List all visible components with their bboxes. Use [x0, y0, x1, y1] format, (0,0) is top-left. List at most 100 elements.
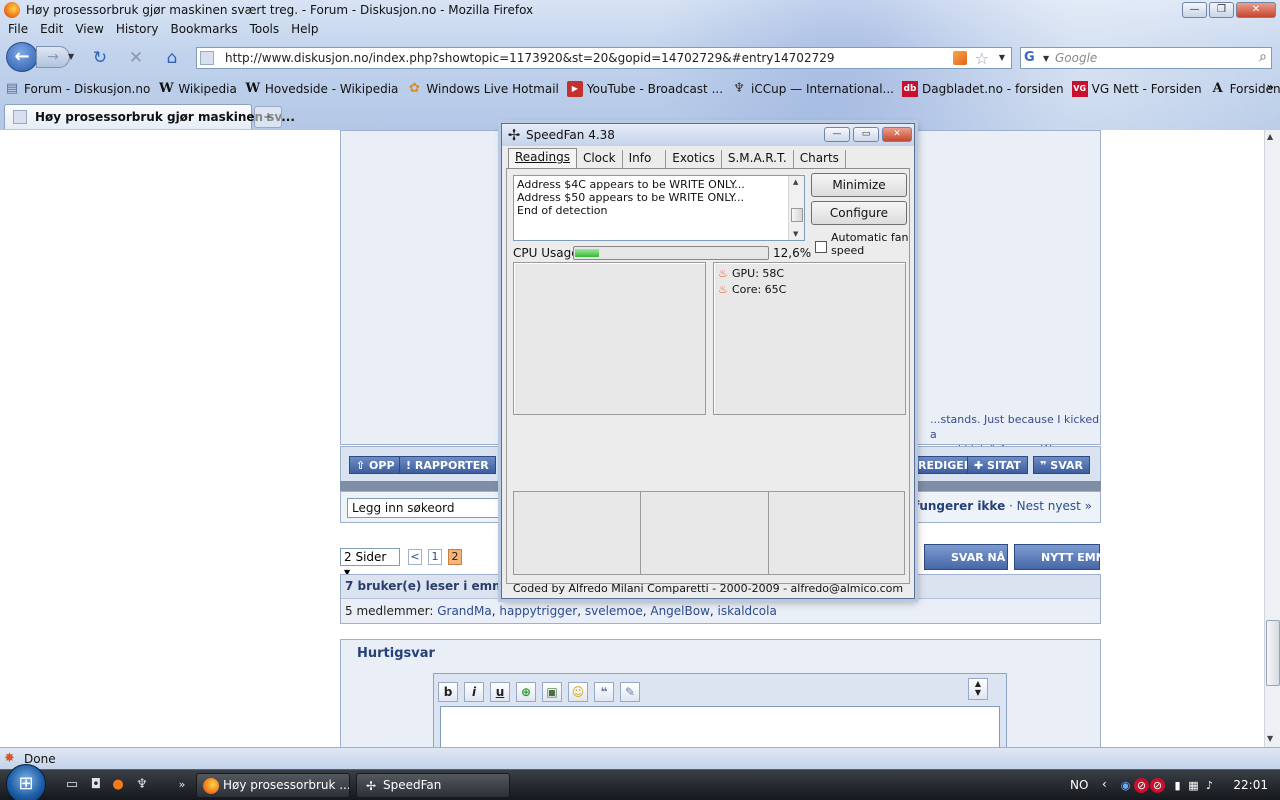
bookmark-item[interactable]: W Wikipedia — [158, 78, 237, 100]
detection-log[interactable]: Address $4C appears to be WRITE ONLY... … — [513, 175, 805, 241]
search-icon[interactable]: ⌕ — [1259, 49, 1267, 65]
rss-feed-icon[interactable] — [953, 51, 967, 65]
new-tab-button[interactable]: + — [254, 106, 282, 128]
antivirus-icon[interactable]: ⊘ — [1134, 778, 1149, 793]
quicklaunch-game-icon[interactable]: ♆ — [134, 777, 150, 793]
bookmark-item[interactable]: ▶ YouTube - Broadcast ... — [566, 78, 723, 100]
italic-button[interactable]: i — [464, 682, 484, 702]
next-newest-link[interactable]: · Nest nyest » — [1009, 499, 1092, 513]
start-button[interactable]: ⊞ — [6, 764, 46, 800]
menu-history[interactable]: History — [110, 20, 165, 40]
spellcheck-icon[interactable]: ✎ — [620, 682, 640, 702]
home-icon[interactable]: ⌂ — [162, 48, 182, 68]
google-icon[interactable]: G — [1024, 50, 1040, 66]
reply-button[interactable]: ❞ SVAR — [1033, 456, 1090, 474]
report-button[interactable]: ! RAPPORTER — [399, 456, 496, 474]
menu-bookmarks[interactable]: Bookmarks — [165, 20, 244, 40]
quote-button[interactable]: ✚ SITAT — [967, 456, 1028, 474]
minimize-button[interactable]: — — [1182, 2, 1207, 18]
language-indicator[interactable]: NO — [1070, 778, 1088, 792]
url-dropdown-icon[interactable]: ▼ — [999, 53, 1005, 62]
scrollbar-thumb[interactable] — [1266, 620, 1280, 686]
configure-button[interactable]: Configure — [811, 201, 907, 225]
menu-file[interactable]: File — [2, 20, 34, 40]
bookmark-item[interactable]: W Hovedside - Wikipedia — [245, 78, 399, 100]
log-scrollbar[interactable]: ▲ ▼ — [788, 176, 804, 240]
menu-edit[interactable]: Edit — [34, 20, 69, 40]
member-link[interactable]: AngelBow — [650, 604, 710, 618]
maximize-button[interactable]: ❐ — [1209, 2, 1234, 18]
bold-button[interactable]: b — [438, 682, 458, 702]
page-1-button[interactable]: 1 — [428, 549, 442, 565]
topic-search-input[interactable]: Legg inn søkeord — [347, 498, 505, 518]
pages-dropdown[interactable]: 2 Sider ▼ — [340, 548, 400, 577]
tab-charts[interactable]: Charts — [794, 150, 846, 168]
bookmark-item[interactable]: ✿ Windows Live Hotmail — [406, 78, 559, 100]
bookmark-star-icon[interactable]: ☆ — [975, 49, 989, 68]
bookmark-item[interactable]: db Dagbladet.no - forsiden — [902, 78, 1064, 100]
scroll-down-icon[interactable]: ▼ — [1267, 734, 1273, 743]
page-2-button[interactable]: 2 — [448, 549, 462, 565]
scroll-up-icon[interactable]: ▲ — [793, 178, 798, 186]
search-engine-dropdown-icon[interactable]: ▼ — [1043, 54, 1049, 63]
member-link[interactable]: iskaldcola — [718, 604, 777, 618]
menu-view[interactable]: View — [69, 20, 109, 40]
network-icon[interactable]: ▦ — [1186, 778, 1201, 793]
forward-button[interactable]: → — [36, 46, 70, 68]
taskbar-item-firefox[interactable]: Høy prosessorbruk ... — [196, 773, 350, 798]
insert-link-icon[interactable]: ⊕ — [516, 682, 536, 702]
minimize-to-tray-button[interactable]: Minimize — [811, 173, 907, 197]
insert-image-icon[interactable]: ▣ — [542, 682, 562, 702]
firefox-quicklaunch-icon[interactable]: ● — [110, 777, 126, 793]
history-dropdown-icon[interactable]: ▼ — [68, 52, 74, 61]
member-link[interactable]: svelemoe — [585, 604, 643, 618]
scroll-up-icon[interactable]: ▲ — [1267, 132, 1273, 141]
reload-icon[interactable]: ↻ — [90, 48, 110, 68]
scroll-down-icon[interactable]: ▼ — [793, 230, 798, 238]
smiley-icon[interactable]: ☺ — [568, 682, 588, 702]
chevron-right-icon[interactable]: » — [1267, 80, 1274, 94]
search-box[interactable]: G ▼ Google ⌕ — [1020, 47, 1272, 69]
volume-icon[interactable]: ♪ — [1202, 778, 1217, 793]
reply-textarea[interactable] — [440, 706, 1000, 747]
bookmark-item[interactable]: ▤ Forum - Diskusjon.no — [4, 78, 150, 100]
up-button[interactable]: ⇧ OPP — [349, 456, 402, 474]
tab-exotics[interactable]: Exotics — [666, 150, 722, 168]
stop-icon[interactable]: ✕ — [126, 48, 146, 68]
tab-readings[interactable]: Readings — [508, 148, 577, 168]
bookmark-item[interactable]: VG VG Nett - Forsiden — [1071, 78, 1202, 100]
tray-app-icon[interactable]: ◉ — [1118, 778, 1133, 793]
bookmark-item[interactable]: ♆ iCCup — International... — [731, 78, 894, 100]
automatic-fan-speed-checkbox[interactable] — [815, 241, 827, 253]
page-prev-button[interactable]: < — [408, 549, 422, 565]
tray-expand-icon[interactable]: ‹ — [1102, 777, 1107, 791]
speedfan-close-button[interactable]: ✕ — [882, 127, 912, 142]
tab-clock[interactable]: Clock — [577, 150, 623, 168]
topic-nav-title[interactable]: fungerer ikke — [914, 499, 1005, 513]
speedfan-minimize-button[interactable]: — — [824, 127, 850, 142]
search-placeholder[interactable]: Google — [1055, 51, 1097, 65]
tab-info[interactable]: Info — [623, 150, 667, 168]
menu-tools[interactable]: Tools — [244, 20, 286, 40]
address-bar[interactable]: http://www.diskusjon.no/index.php?showto… — [196, 47, 1012, 69]
new-topic-button[interactable]: NYTT EMNE — [1014, 544, 1112, 570]
tray-app-icon[interactable]: ▮ — [1170, 778, 1185, 793]
resize-editor-icon[interactable]: ▲ ▼ — [968, 678, 988, 700]
underline-button[interactable]: u — [490, 682, 510, 702]
log-scrollbar-thumb[interactable] — [791, 208, 803, 222]
tray-app-icon[interactable]: ⊘ — [1150, 778, 1165, 793]
taskbar-item-speedfan[interactable]: ✢ SpeedFan — [356, 773, 510, 798]
close-button[interactable]: ✕ — [1236, 2, 1276, 18]
quicklaunch-more-icon[interactable]: » — [174, 777, 190, 793]
page-scrollbar[interactable]: ▲ ▼ — [1264, 130, 1280, 747]
quote-bubble-icon[interactable]: ❝ — [594, 682, 614, 702]
member-link[interactable]: happytrigger — [499, 604, 577, 618]
menu-help[interactable]: Help — [285, 20, 324, 40]
show-desktop-icon[interactable]: ▭ — [64, 777, 80, 793]
tab-smart[interactable]: S.M.A.R.T. — [722, 150, 794, 168]
reply-now-button[interactable]: SVAR NÅ — [924, 544, 1008, 570]
quicklaunch-app-icon[interactable]: ◘ — [88, 777, 104, 793]
tab-active[interactable]: Høy prosessorbruk gjør maskinen sv... — [4, 104, 295, 129]
speedfan-maximize-button[interactable]: ▭ — [853, 127, 879, 142]
back-button[interactable]: ← — [6, 42, 38, 72]
